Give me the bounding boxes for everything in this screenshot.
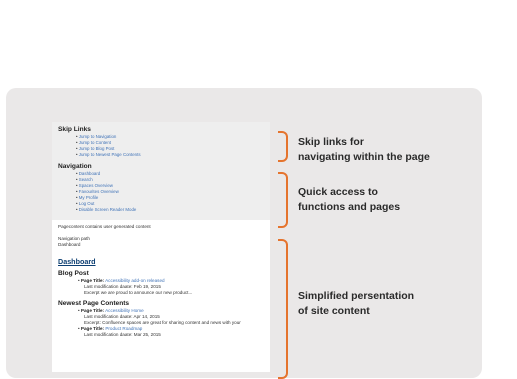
nav-path-value: Dashboard — [58, 242, 81, 247]
newest-item-2-modified: Last modification daate: Mar 25, 2015 — [84, 332, 161, 337]
skip-links-annotation: Skip links for navigating within the pag… — [298, 135, 430, 165]
navigation-heading: Navigation — [58, 163, 92, 170]
navigation-list: Dashboard Search Spaces Overview Favouri… — [58, 171, 270, 213]
nav-link-disable-screen-reader[interactable]: Disable Screen Reader Mode — [76, 207, 270, 213]
blog-post-heading: Blog Post — [58, 270, 89, 277]
blog-post-link[interactable]: Accessibility add-on released — [105, 278, 165, 283]
skip-annotation-line-2: navigating within the page — [298, 151, 430, 163]
content-annotation-line-1: Simplified persentation — [298, 290, 415, 302]
skip-links-bracket — [278, 131, 288, 162]
skip-links-list: Jump to Navigation Jump to Content Jump … — [58, 134, 270, 158]
skip-link-newest-pages[interactable]: Jump to Newest Page Contents — [76, 152, 270, 158]
newest-item-1-link[interactable]: Accessibility Home — [105, 308, 144, 313]
content-annotation-line-2: of site content — [298, 305, 370, 317]
screen-reader-view: Skip Links Jump to Navigation Jump to Co… — [52, 122, 270, 372]
dashboard-title[interactable]: Dashboard — [58, 257, 270, 266]
content-annotation: Simplified persentation of site content — [298, 289, 414, 319]
page-title-label: Page Title: — [80, 308, 105, 313]
skip-annotation-line-1: Skip links for — [298, 136, 364, 148]
page-title-label: Page Title: — [80, 326, 105, 331]
skip-links-heading: Skip Links — [58, 126, 91, 133]
newest-item-2-link[interactable]: Product Roadmap — [105, 326, 142, 331]
page-title-label: Page Title: — [80, 278, 105, 283]
quick-access-bracket — [278, 172, 288, 228]
quick-annotation-line-2: functions and pages — [298, 201, 401, 213]
newest-pages-heading: Newest Page Contents — [58, 300, 130, 307]
quick-access-annotation: Quick access to functions and pages — [298, 185, 400, 215]
skip-nav-block: Skip Links Jump to Navigation Jump to Co… — [52, 122, 270, 220]
quick-annotation-line-1: Quick access to — [298, 186, 378, 198]
content-bracket — [278, 239, 288, 379]
page-content: Pagecontent contains user generated cont… — [52, 220, 270, 338]
